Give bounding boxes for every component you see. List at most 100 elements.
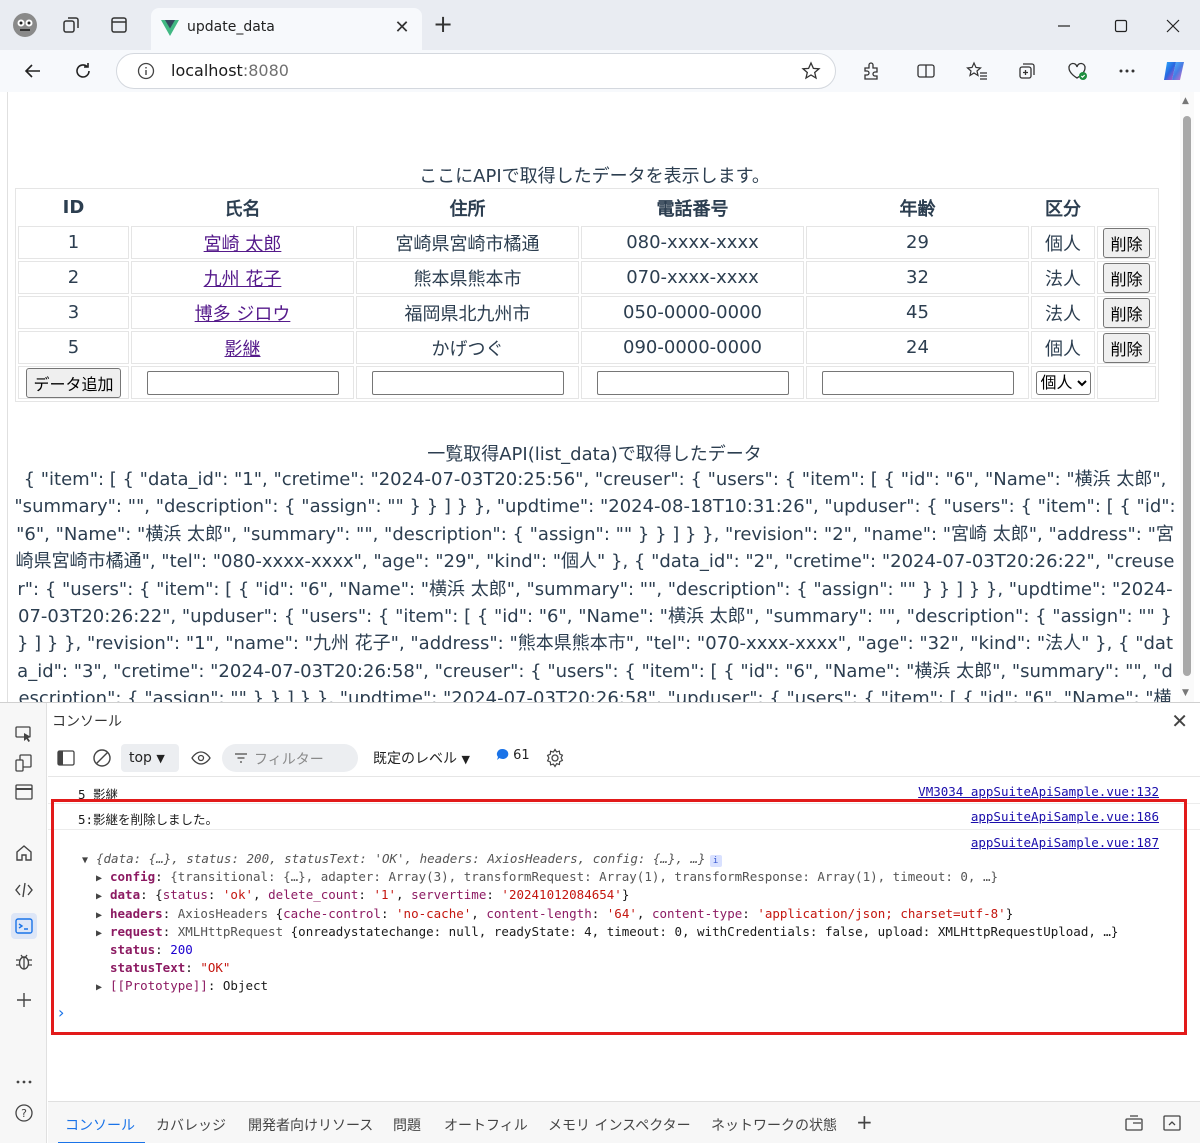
inspect-element-icon[interactable] <box>11 721 37 747</box>
log-levels-dropdown[interactable]: 既定のレベル ▼ <box>373 748 470 768</box>
tab-coverage[interactable]: カバレッジ <box>156 1115 226 1135</box>
dock-side-icon[interactable] <box>11 779 37 805</box>
scroll-down-arrow-icon[interactable]: ▼ <box>1182 688 1189 698</box>
column-header-action <box>1097 191 1156 224</box>
add-data-button[interactable]: データ追加 <box>26 367 121 398</box>
maximize-icon[interactable] <box>1108 13 1134 39</box>
tab-autofill[interactable]: オートフィル <box>444 1115 528 1135</box>
console-filter-input[interactable]: フィルター <box>222 744 358 772</box>
console-icon[interactable] <box>11 913 37 939</box>
split-screen-icon[interactable] <box>912 57 940 85</box>
cell-action: 削除 <box>1097 296 1156 329</box>
cell-tel: 080-xxxx-xxxx <box>581 226 804 259</box>
site-info-icon[interactable] <box>137 62 155 80</box>
help-icon[interactable]: ? <box>11 1100 37 1126</box>
delete-button[interactable]: 削除 <box>1103 332 1150 363</box>
workspaces-icon[interactable] <box>56 10 86 40</box>
cell-tel: 070-xxxx-xxxx <box>581 261 804 294</box>
devtools-panel-title: コンソール <box>52 714 122 730</box>
message-count-badge[interactable]: 61 <box>496 748 530 763</box>
favorites-icon[interactable] <box>963 57 991 85</box>
tab-memory-inspector[interactable]: メモリ インスペクター <box>548 1115 691 1135</box>
sources-bug-icon[interactable] <box>11 949 37 975</box>
close-window-icon[interactable] <box>1160 13 1186 39</box>
more-options-icon[interactable] <box>11 1069 37 1095</box>
scroll-up-arrow-icon[interactable]: ▲ <box>1182 96 1189 106</box>
cell-address: 宮崎県宮崎市橘通 <box>356 226 579 259</box>
context-selector[interactable]: top ▼ <box>121 744 179 772</box>
tel-input[interactable] <box>596 370 789 395</box>
name-link[interactable]: 宮崎 太郎 <box>204 234 282 255</box>
extensions-icon[interactable] <box>857 57 885 85</box>
scrollbar-thumb[interactable] <box>1183 116 1191 676</box>
add-row: データ追加 個人 <box>18 366 1156 399</box>
elements-code-icon[interactable] <box>11 877 37 903</box>
tab-issues[interactable]: 問題 <box>393 1115 421 1135</box>
add-tab-plus-icon[interactable]: + <box>856 1110 873 1134</box>
table-row: 2 九州 花子 熊本県熊本市 070-xxxx-xxxx 32 法人 削除 <box>18 261 1156 294</box>
column-header-kind: 区分 <box>1045 198 1081 220</box>
clear-console-icon[interactable] <box>92 748 112 768</box>
collections-icon[interactable] <box>1013 57 1041 85</box>
delete-button[interactable]: 削除 <box>1103 297 1150 328</box>
address-input[interactable] <box>371 370 564 395</box>
console-toolbar: top ▼ フィルター 既定のレベル ▼ 61 <box>48 739 1200 777</box>
name-link[interactable]: 九州 花子 <box>204 269 282 290</box>
delete-button[interactable]: 削除 <box>1103 227 1150 258</box>
delete-button[interactable]: 削除 <box>1103 262 1150 293</box>
column-header-tel: 電話番号 <box>656 198 729 220</box>
column-header-address: 住所 <box>449 198 486 220</box>
address-bar[interactable]: localhost:8080 <box>116 53 836 89</box>
kind-select[interactable]: 個人 <box>1035 370 1091 395</box>
name-input[interactable] <box>146 370 339 395</box>
device-emulation-icon[interactable] <box>11 750 37 776</box>
dock-drawer-icon[interactable] <box>1124 1114 1144 1132</box>
tab-console[interactable]: コンソール <box>65 1115 135 1135</box>
more-tools-plus-icon[interactable] <box>11 987 37 1013</box>
address-url: localhost:8080 <box>171 61 289 80</box>
reload-icon[interactable] <box>69 57 97 85</box>
table-row: 1 宮崎 太郎 宮崎県宮崎市橘通 080-xxxx-xxxx 29 個人 削除 <box>18 226 1156 259</box>
page-heading: ここにAPIで取得したデータを表示します。 <box>419 166 770 187</box>
cell-empty <box>1097 366 1156 399</box>
welcome-home-icon[interactable] <box>11 840 37 866</box>
cell-age: 45 <box>806 296 1029 329</box>
cell-address: 福岡県北九州市 <box>356 296 579 329</box>
back-icon[interactable] <box>19 57 47 85</box>
filter-placeholder: フィルター <box>254 752 324 768</box>
browser-nav-bar: localhost:8080 <box>0 50 1200 92</box>
close-drawer-icon[interactable] <box>1162 1114 1182 1132</box>
more-menu-icon[interactable] <box>1113 57 1141 85</box>
tab-actions-icon[interactable] <box>104 10 134 40</box>
browser-essentials-icon[interactable] <box>1063 57 1091 85</box>
browser-tab-active[interactable]: update_data ✕ <box>151 8 422 50</box>
tab-network-conditions[interactable]: ネットワークの状態 <box>711 1115 837 1135</box>
cell-address: 熊本県熊本市 <box>356 261 579 294</box>
favorite-star-icon[interactable] <box>801 61 821 81</box>
cell-name: 九州 花子 <box>131 261 354 294</box>
copilot-icon[interactable] <box>1160 57 1188 85</box>
cell-tel: 090-0000-0000 <box>581 331 804 364</box>
tab-close-icon[interactable]: ✕ <box>392 17 412 38</box>
profile-avatar-icon[interactable] <box>10 10 40 40</box>
page-scrollbar[interactable]: ▲ ▼ <box>1180 92 1194 702</box>
column-header-id: ID <box>62 197 85 218</box>
live-expression-eye-icon[interactable] <box>191 750 211 766</box>
tab-developer-resources[interactable]: 開発者向けリソース <box>248 1115 373 1135</box>
cell-kind-select: 個人 <box>1031 366 1095 399</box>
name-link[interactable]: 影継 <box>225 339 261 360</box>
devtools-close-icon[interactable]: ✕ <box>1171 709 1188 733</box>
console-settings-gear-icon[interactable] <box>545 748 565 768</box>
dropdown-caret-icon: ▼ <box>156 752 165 765</box>
age-input[interactable] <box>821 370 1014 395</box>
levels-label: 既定のレベル <box>373 751 457 767</box>
console-source-link[interactable]: VM3034 appSuiteApiSample.vue:132 <box>918 784 1159 799</box>
new-tab-icon[interactable]: + <box>433 12 453 36</box>
svg-text:?: ? <box>21 1107 27 1120</box>
sidebar-toggle-icon[interactable] <box>57 749 75 767</box>
devtools-panel: ? コンソール ✕ top ▼ フィルター 既定のレベル ▼ 61 5 影継 V… <box>0 702 1200 1143</box>
cell-id: 2 <box>18 261 129 294</box>
name-link[interactable]: 博多 ジロウ <box>195 304 291 325</box>
list-data-heading: 一覧取得API(list_data)で取得したデータ <box>427 444 762 465</box>
minimize-icon[interactable] <box>1051 13 1077 39</box>
